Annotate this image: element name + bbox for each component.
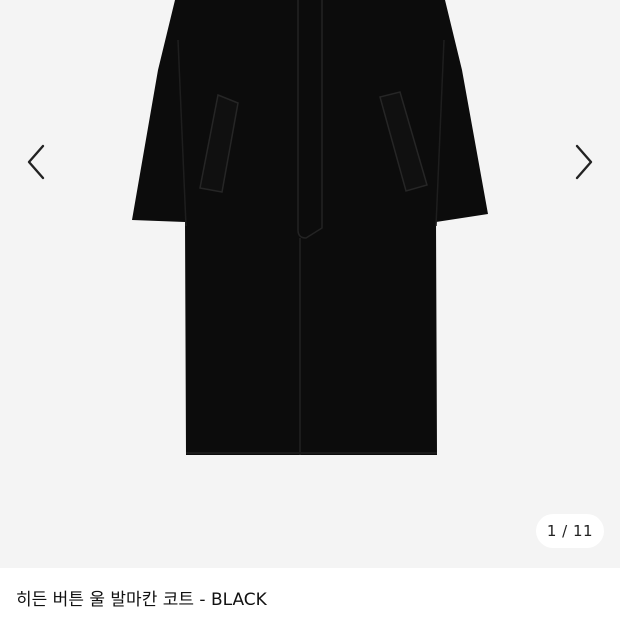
product-image-gallery[interactable]: 1 / 11	[0, 0, 620, 568]
product-title: 히든 버튼 울 발마칸 코트 - BLACK	[16, 590, 267, 610]
chevron-right-icon	[575, 144, 593, 180]
next-image-button[interactable]	[562, 140, 606, 184]
product-image	[132, 0, 488, 455]
previous-image-button[interactable]	[14, 140, 58, 184]
chevron-left-icon	[27, 144, 45, 180]
image-counter-badge: 1 / 11	[536, 514, 604, 548]
image-counter-text: 1 / 11	[546, 522, 594, 540]
